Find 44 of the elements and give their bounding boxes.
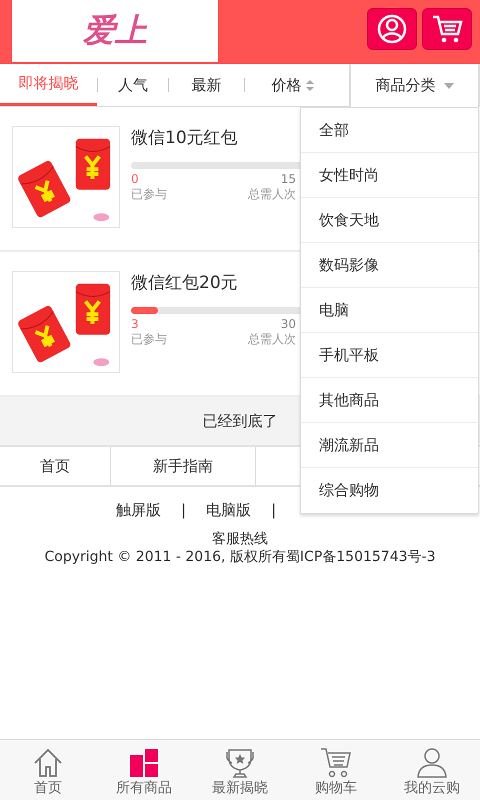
footer-link[interactable]: 新手指南 — [111, 447, 256, 485]
cart-icon — [431, 14, 463, 44]
account-button[interactable] — [367, 8, 417, 50]
logo[interactable]: 爱上 — [12, 0, 218, 62]
total-count: 30 — [280, 317, 296, 331]
separator: | — [181, 501, 186, 520]
menu-item[interactable]: 全部 — [301, 108, 478, 153]
joined-count: 0 — [131, 172, 139, 186]
grid-icon — [127, 746, 161, 779]
separator: | — [271, 501, 276, 520]
tab[interactable]: 价格 — [245, 64, 340, 106]
menu-item[interactable]: 电脑 — [301, 288, 478, 333]
menu-item[interactable]: 女性时尚 — [301, 153, 478, 198]
user-icon — [377, 14, 407, 44]
total-label: 总需人次 — [248, 331, 296, 348]
caret-icon — [444, 82, 454, 88]
cart-button[interactable] — [422, 8, 472, 50]
copyright-text: Copyright © 2011 - 2016, 版权所有蜀ICP备15015743号-3 — [44, 548, 436, 566]
menu-item[interactable]: 其他商品 — [301, 378, 478, 423]
footer-link[interactable]: 首页 — [0, 447, 111, 485]
total-label: 总需人次 — [248, 186, 296, 203]
menu-item[interactable]: 数码影像 — [301, 243, 478, 288]
menu-item[interactable]: 手机平板 — [301, 333, 478, 378]
cart-icon — [319, 746, 353, 779]
tab[interactable]: 人气 — [98, 64, 168, 106]
nav-tab[interactable]: 购物车 — [288, 740, 384, 800]
nav-tab[interactable]: 最新揭晓 — [192, 740, 288, 800]
version-link[interactable]: 触屏版 — [116, 501, 161, 520]
nav-tab[interactable]: 所有商品 — [96, 740, 192, 800]
end-text: 已经到底了 — [202, 412, 278, 430]
menu-item[interactable]: 综合购物 — [301, 468, 478, 513]
hotline-label: 客服热线 — [211, 530, 269, 548]
nav-tab[interactable]: 首页 — [0, 740, 96, 800]
joined-label: 已参与 — [131, 331, 167, 348]
menu-item[interactable]: 饮食天地 — [301, 198, 478, 243]
joined-label: 已参与 — [131, 186, 167, 203]
category-dropdown[interactable]: 商品分类 — [350, 64, 480, 107]
person-icon — [415, 746, 449, 779]
joined-count: 3 — [131, 317, 139, 331]
nav-tab[interactable]: 我的云购 — [384, 740, 480, 800]
total-count: 15 — [280, 172, 296, 186]
tab[interactable]: 最新 — [169, 64, 244, 106]
menu-item[interactable]: 潮流新品 — [301, 423, 478, 468]
version-link[interactable]: 电脑版 — [206, 501, 252, 520]
